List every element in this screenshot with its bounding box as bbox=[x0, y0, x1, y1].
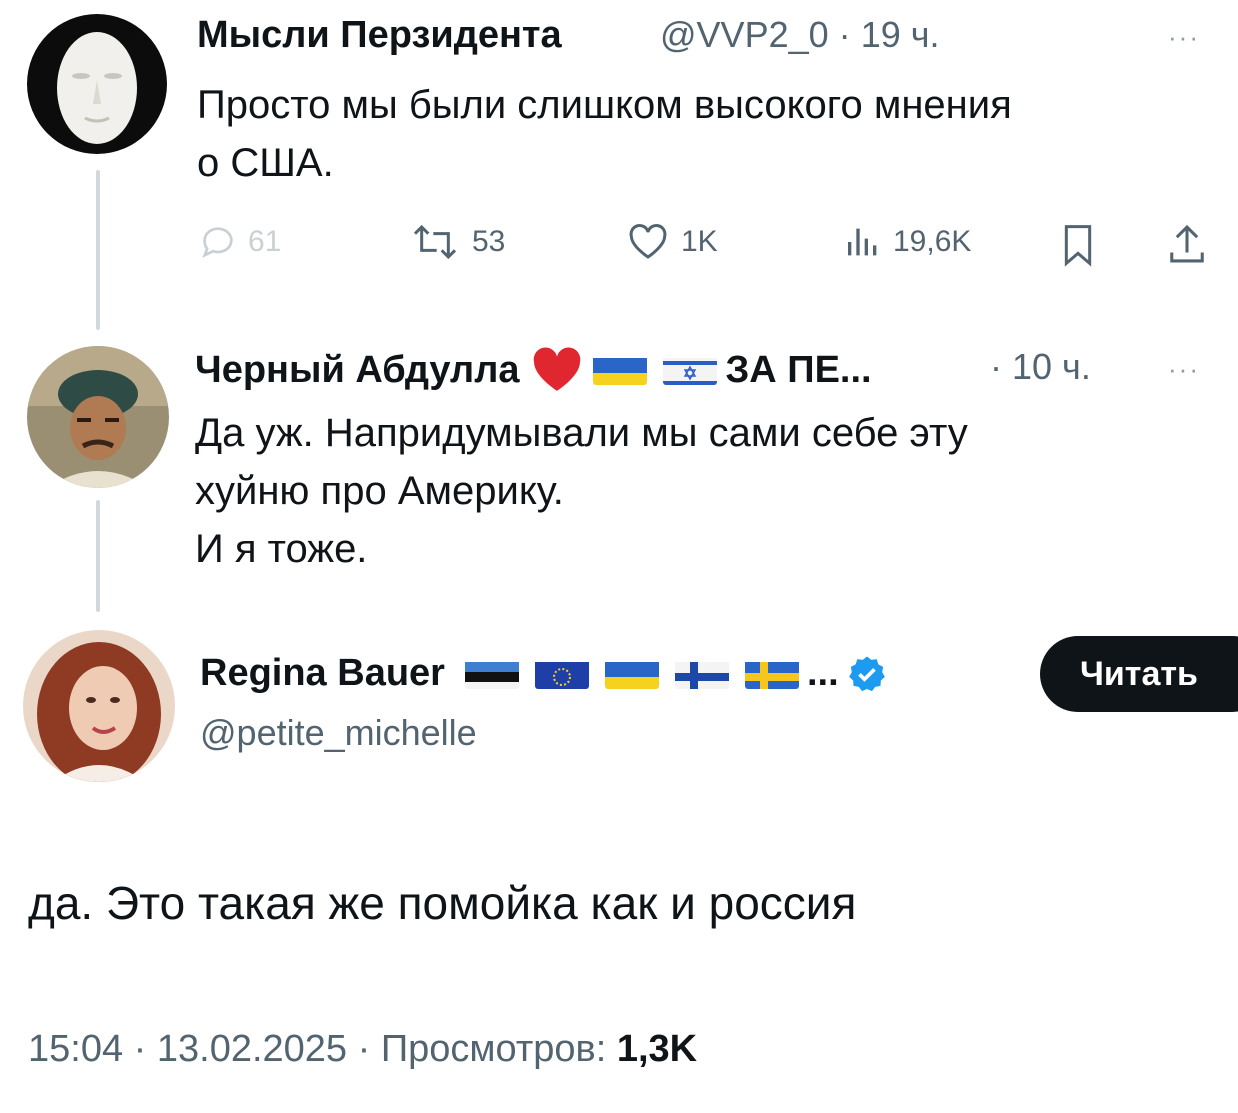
thread-line-2 bbox=[96, 500, 100, 612]
tweet-text-line: хуйню про Америку. bbox=[195, 469, 564, 513]
avatar-regina[interactable] bbox=[23, 630, 175, 782]
avatar-mask[interactable] bbox=[27, 14, 167, 154]
reply-bubble-icon bbox=[202, 227, 233, 259]
separator-dot: · bbox=[133, 1028, 147, 1070]
author-name[interactable]: Черный Абдулла bbox=[195, 349, 519, 392]
heart-icon bbox=[629, 224, 667, 259]
views-label: Просмотров: bbox=[380, 1028, 607, 1070]
author-name[interactable]: Regina Bauer bbox=[200, 652, 445, 695]
author-handle[interactable]: @VVP2_0 bbox=[660, 14, 829, 55]
reply-count: 61 bbox=[248, 225, 282, 258]
tweet-time[interactable]: 19 ч. bbox=[861, 14, 940, 55]
separator-dot: · bbox=[357, 1028, 371, 1070]
tweet-text: да. Это такая же помойка как и россия bbox=[28, 877, 857, 929]
retweet-icon bbox=[413, 224, 457, 260]
avatar-abdulla[interactable] bbox=[27, 346, 169, 488]
verified-badge-icon bbox=[848, 656, 885, 691]
finland-flag-icon bbox=[674, 659, 729, 689]
reply-button[interactable]: 61 bbox=[198, 222, 281, 262]
author-name-suffix[interactable]: ЗА ПЕ... bbox=[725, 349, 871, 392]
like-count: 1K bbox=[681, 225, 718, 258]
tweet-footer: 15:04 · 13.02.2025 · Просмотров: 1,3K bbox=[28, 1028, 697, 1071]
tweet-time[interactable]: 10 ч. bbox=[1012, 346, 1091, 387]
views-count[interactable]: 1,3K bbox=[617, 1028, 697, 1070]
tweet-text-line: И я тоже. bbox=[195, 527, 368, 571]
tweet-text-line: Просто мы были слишком высокого мнения bbox=[197, 83, 1012, 127]
more-options-icon[interactable]: ··· bbox=[1168, 22, 1200, 53]
author-name-ellipsis: ... bbox=[806, 652, 839, 694]
retweet-count: 53 bbox=[472, 225, 506, 258]
follow-button[interactable]: Читать bbox=[1040, 636, 1238, 712]
share-icon bbox=[1170, 224, 1204, 263]
views-button[interactable]: 19,6K bbox=[843, 222, 971, 262]
bookmark-button[interactable] bbox=[1058, 222, 1108, 268]
separator-dot: · bbox=[838, 14, 851, 55]
ukraine-flag-icon bbox=[604, 659, 659, 689]
tweet-time[interactable]: 15:04 bbox=[28, 1028, 123, 1070]
israel-flag-icon bbox=[663, 355, 718, 385]
sweden-flag-icon bbox=[744, 659, 799, 689]
estonia-flag-icon bbox=[464, 659, 519, 689]
tweet-text-line: Да уж. Напридумывали мы сами себе эту bbox=[195, 411, 968, 455]
views-count: 19,6K bbox=[893, 225, 972, 258]
red-heart-icon bbox=[534, 347, 581, 391]
separator-dot: · bbox=[990, 346, 1002, 387]
share-button[interactable] bbox=[1166, 222, 1218, 266]
author-handle[interactable]: @petite_michelle bbox=[200, 712, 477, 753]
like-button[interactable]: 1K bbox=[625, 222, 718, 262]
ukraine-flag-icon bbox=[593, 355, 648, 385]
thread-line-1 bbox=[96, 170, 100, 330]
retweet-button[interactable]: 53 bbox=[408, 222, 505, 262]
bar-chart-icon bbox=[848, 228, 877, 256]
author-name[interactable]: Мысли Перзидента bbox=[197, 14, 562, 56]
eu-flag-icon bbox=[534, 659, 589, 689]
tweet-date[interactable]: 13.02.2025 bbox=[157, 1028, 347, 1070]
tweet-text-line: о США. bbox=[197, 141, 334, 185]
more-options-icon[interactable]: ··· bbox=[1168, 354, 1200, 385]
bookmark-icon bbox=[1064, 225, 1092, 267]
